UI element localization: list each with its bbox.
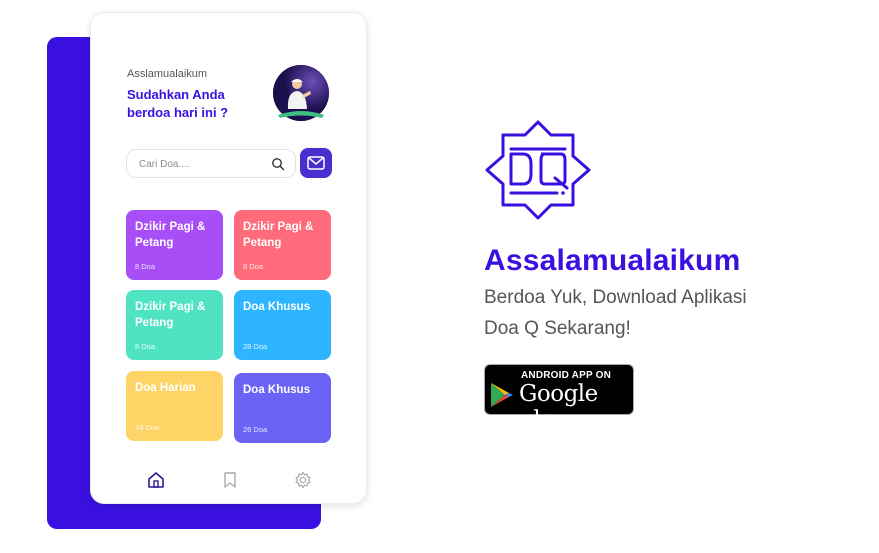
prayer-question: Sudahkan Anda berdoa hari ini ? <box>127 87 229 120</box>
praying-man-avatar <box>273 65 329 121</box>
search-bar[interactable] <box>126 149 296 178</box>
gear-icon[interactable] <box>294 471 312 489</box>
card-title: Doa Khusus <box>243 301 311 313</box>
google-play-badge[interactable]: ANDROID APP ON Google play <box>484 364 634 433</box>
card-title: Dzikir Pagi & Petang <box>135 221 206 249</box>
card-title: Dzikir Pagi & Petang <box>135 301 206 329</box>
home-icon[interactable] <box>147 471 165 489</box>
card-count: 24 Doa <box>135 423 160 432</box>
card-title: Doa Harian <box>135 382 196 394</box>
category-card[interactable]: Dzikir Pagi & Petang 8 Doa <box>126 210 223 280</box>
promo-subline-1: Berdoa Yuk, Download Aplikasi <box>484 287 747 308</box>
bookmark-icon[interactable] <box>221 471 239 489</box>
doa-q-logo <box>485 120 591 220</box>
card-count: 8 Doa <box>135 342 156 351</box>
category-card[interactable]: Dzikir Pagi & Petang 8 Doa <box>126 290 223 360</box>
category-card[interactable]: Dzikir Pagi & Petang 8 Doa <box>234 210 331 280</box>
search-input[interactable] <box>139 156 259 172</box>
search-icon[interactable] <box>271 157 285 171</box>
mail-button[interactable] <box>300 148 332 178</box>
card-title: Doa Khusus <box>243 384 311 396</box>
mail-icon <box>307 156 325 170</box>
category-card[interactable]: Doa Harian 24 Doa <box>126 371 223 441</box>
badge-small-text: ANDROID APP ON <box>521 370 612 381</box>
promo-headline: Assalamualaikum <box>484 244 741 277</box>
phone-mockup: Asslamualaikum Sudahkan Anda berdoa hari… <box>90 12 367 504</box>
card-count: 26 Doa <box>243 425 268 434</box>
google-play-icon <box>491 383 513 407</box>
card-count: 8 Doa <box>135 262 156 271</box>
greeting-text: Asslamualaikum <box>127 68 208 80</box>
card-count: 8 Doa <box>243 262 264 271</box>
category-card[interactable]: Doa Khusus 26 Doa <box>234 373 331 443</box>
badge-big-text: Google play <box>519 381 598 433</box>
category-card[interactable]: Doa Khusus 28 Doa <box>234 290 331 360</box>
card-title: Dzikir Pagi & Petang <box>243 221 314 249</box>
card-count: 28 Doa <box>243 342 268 351</box>
promo-subline-2: Doa Q Sekarang! <box>484 318 631 339</box>
